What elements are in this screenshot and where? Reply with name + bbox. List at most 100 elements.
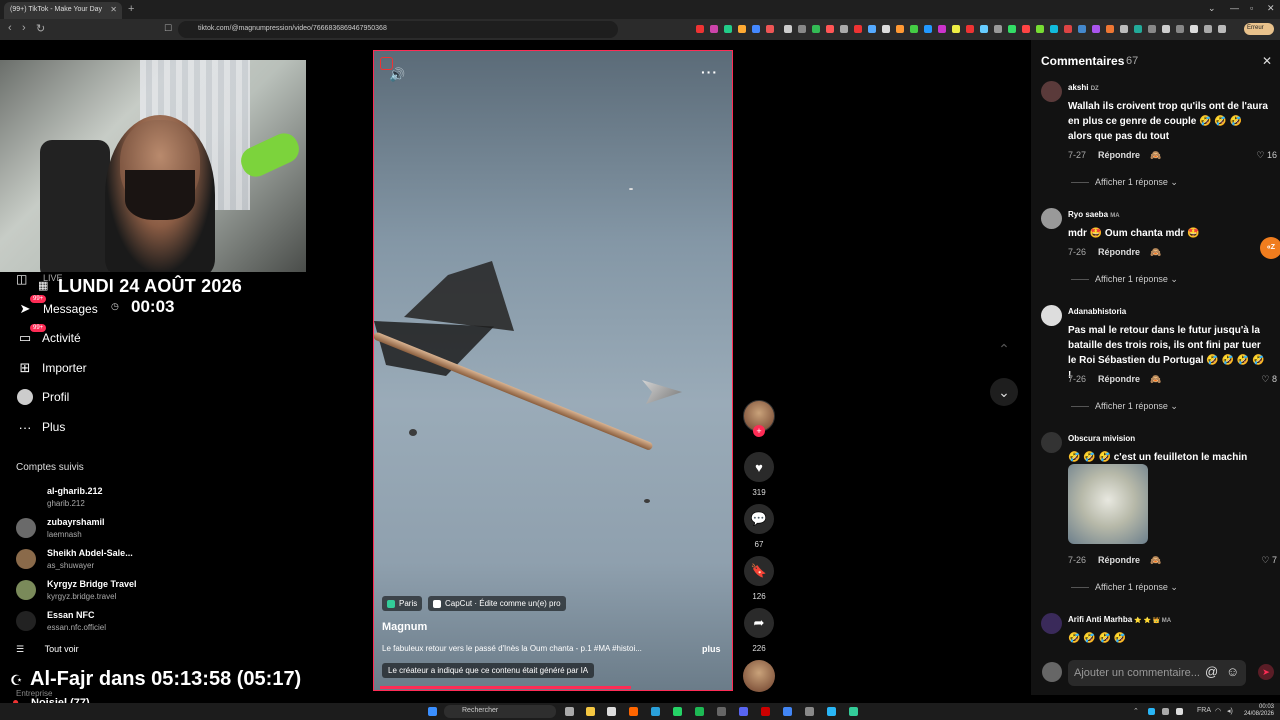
location-chip[interactable]: Paris: [382, 596, 423, 611]
tray-chevron-icon[interactable]: ⌃: [1133, 707, 1139, 715]
sidebar-item-messages[interactable]: ➤ 99+ Messages: [16, 295, 98, 320]
show-replies-button[interactable]: Afficher 1 réponse ⌄: [1071, 582, 1178, 593]
task-view-icon[interactable]: [565, 707, 574, 716]
reply-button[interactable]: Répondre: [1098, 150, 1140, 160]
comment-input[interactable]: [1068, 660, 1246, 686]
error-pill[interactable]: Erreur: [1244, 23, 1274, 35]
bookmark-icon[interactable]: ☐: [164, 23, 172, 34]
chevron-down-icon[interactable]: ⌄: [1208, 3, 1216, 14]
tray-icon[interactable]: [1162, 708, 1169, 715]
settings-icon[interactable]: [805, 707, 814, 716]
new-tab-icon[interactable]: +: [128, 3, 134, 15]
extension-icon[interactable]: [1106, 25, 1114, 33]
extension-icon[interactable]: [1036, 25, 1044, 33]
windows-start-icon[interactable]: [428, 707, 437, 716]
extension-icon[interactable]: [1204, 25, 1212, 33]
spotify-icon[interactable]: [695, 707, 704, 716]
extension-icon[interactable]: [1092, 25, 1100, 33]
extension-icon[interactable]: [1078, 25, 1086, 33]
extension-icon[interactable]: [840, 25, 848, 33]
avatar[interactable]: [1041, 208, 1062, 229]
more-options-icon[interactable]: ···: [701, 64, 718, 80]
extension-icon[interactable]: [1134, 25, 1142, 33]
sidebar-item-more[interactable]: ··· Plus: [16, 416, 66, 438]
taskbar-search[interactable]: Rechercher: [444, 705, 556, 718]
extension-icon[interactable]: [1050, 25, 1058, 33]
close-window-icon[interactable]: ✕: [1267, 3, 1275, 14]
discord-icon[interactable]: [739, 707, 748, 716]
extension-icon[interactable]: [766, 25, 774, 33]
extension-icon[interactable]: [994, 25, 1002, 33]
previous-video-button[interactable]: ⌃: [990, 335, 1018, 363]
extension-icon[interactable]: [896, 25, 904, 33]
comment-user[interactable]: Adanabhistoria: [1068, 307, 1126, 316]
extension-icon[interactable]: [1190, 25, 1198, 33]
comment-user[interactable]: Obscura mivision: [1068, 434, 1135, 443]
file-explorer-icon[interactable]: [586, 707, 595, 716]
extension-icon[interactable]: [1008, 25, 1016, 33]
extension-icon[interactable]: [1176, 25, 1184, 33]
avatar[interactable]: [1041, 613, 1062, 634]
comment-likes[interactable]: ♡ 16: [1256, 150, 1277, 161]
show-replies-button[interactable]: Afficher 1 réponse ⌄: [1071, 274, 1178, 285]
address-bar[interactable]: tiktok.com/@magnumpression/video/7666836…: [178, 21, 618, 38]
floating-badge-icon[interactable]: «Z: [1260, 237, 1280, 259]
brave-browser-icon[interactable]: [629, 707, 638, 716]
sidebar-item-upload[interactable]: ⊞ Importer: [16, 357, 87, 379]
app-icon[interactable]: [849, 707, 858, 716]
avatar[interactable]: [1041, 81, 1062, 102]
extension-icon[interactable]: [826, 25, 834, 33]
avatar[interactable]: [1041, 432, 1062, 453]
taskbar-clock[interactable]: 00:03 24/08/2026: [1244, 704, 1274, 718]
tray-icon[interactable]: [1176, 708, 1183, 715]
video-player[interactable]: 🔊 ··· Paris CapCut · Édite comme un(e) p…: [373, 50, 733, 691]
reply-button[interactable]: Répondre: [1098, 555, 1140, 565]
extension-icon[interactable]: [854, 25, 862, 33]
extension-icon[interactable]: [868, 25, 876, 33]
forward-icon[interactable]: ›: [22, 22, 26, 34]
minimize-icon[interactable]: —: [1230, 3, 1239, 13]
volume-tray-icon[interactable]: ◂): [1227, 707, 1233, 715]
tray-icon[interactable]: [1148, 708, 1155, 715]
avatar[interactable]: [1041, 305, 1062, 326]
extension-icon[interactable]: [910, 25, 918, 33]
extension-icon[interactable]: [696, 25, 704, 33]
extension-icon[interactable]: [1064, 25, 1072, 33]
comment-likes[interactable]: ♡ 7: [1261, 555, 1277, 566]
extension-icon[interactable]: [952, 25, 960, 33]
extension-icon[interactable]: [980, 25, 988, 33]
chrome-icon[interactable]: [783, 707, 792, 716]
extension-icon[interactable]: [798, 25, 806, 33]
extension-icon[interactable]: [752, 25, 760, 33]
extension-icon[interactable]: [938, 25, 946, 33]
mention-icon[interactable]: @: [1205, 664, 1218, 679]
close-icon[interactable]: ✕: [1262, 54, 1272, 68]
comment-sticker-image[interactable]: [1068, 464, 1148, 544]
video-author[interactable]: Magnum: [382, 621, 427, 633]
reply-button[interactable]: Répondre: [1098, 374, 1140, 384]
extension-icon[interactable]: [1162, 25, 1170, 33]
whatsapp-icon[interactable]: [673, 707, 682, 716]
extension-icon[interactable]: [1218, 25, 1226, 33]
sidebar-item-activity[interactable]: ▭ 99+ Activité: [16, 324, 81, 349]
comment-user[interactable]: Arifi Anti Marhba ⭐ ⭐ 👑 MA: [1068, 615, 1171, 624]
emoji-icon[interactable]: ☺: [1226, 664, 1239, 679]
app-icon[interactable]: [827, 707, 836, 716]
save-button[interactable]: 🔖: [744, 556, 774, 586]
like-button[interactable]: ♥: [744, 452, 774, 482]
show-replies-button[interactable]: Afficher 1 réponse ⌄: [1071, 401, 1178, 412]
app-icon[interactable]: [717, 707, 726, 716]
share-button[interactable]: ➦: [744, 608, 774, 638]
volume-icon[interactable]: 🔊: [389, 67, 405, 83]
browser-tab[interactable]: (99+) TikTok - Make Your Day ✕: [4, 2, 122, 19]
show-replies-button[interactable]: Afficher 1 réponse ⌄: [1071, 177, 1178, 188]
app-icon[interactable]: [761, 707, 770, 716]
wifi-icon[interactable]: ◠: [1215, 707, 1221, 715]
extension-icon[interactable]: [1022, 25, 1030, 33]
comment-user[interactable]: akshi DZ: [1068, 83, 1099, 92]
reload-icon[interactable]: ↻: [36, 22, 45, 35]
next-video-button[interactable]: ⌄: [990, 378, 1018, 406]
comment-likes[interactable]: ♡ 8: [1261, 374, 1277, 385]
sidebar-item-profile[interactable]: Profil: [16, 386, 69, 408]
comment-button[interactable]: 💬: [744, 504, 774, 534]
